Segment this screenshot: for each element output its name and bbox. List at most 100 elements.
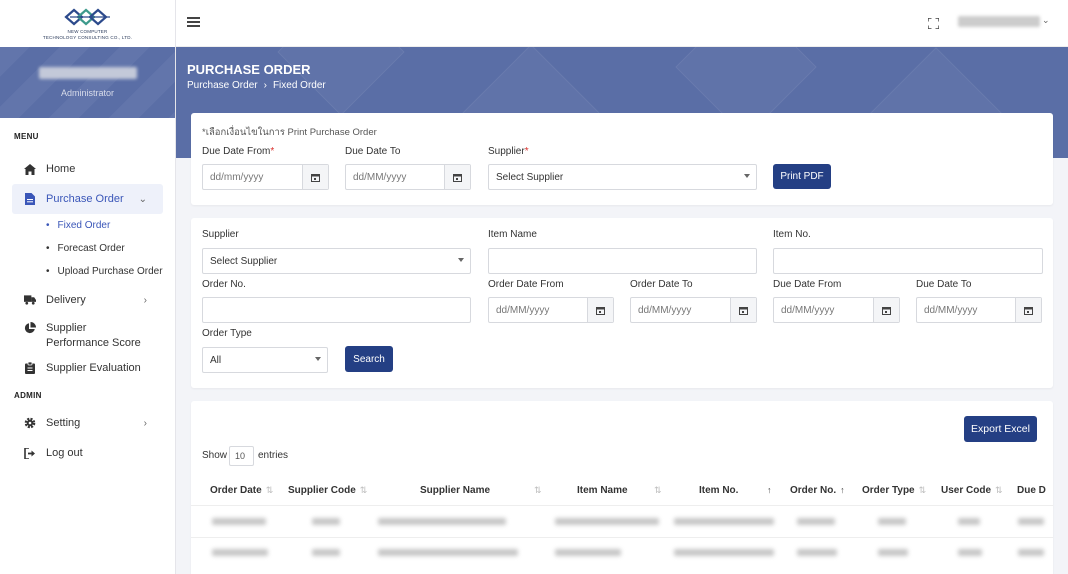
supplier-label: Supplier bbox=[202, 229, 239, 240]
calendar-icon[interactable] bbox=[587, 298, 613, 322]
calendar-icon[interactable] bbox=[1015, 298, 1041, 322]
sidebar-item-purchase-order[interactable]: Purchase Order ⌄ bbox=[12, 184, 163, 214]
company-logo[interactable]: NEW COMPUTER TECHNOLOGY CONSULTING CO., … bbox=[0, 0, 175, 47]
sidebar-item-delivery[interactable]: Delivery › bbox=[12, 285, 163, 315]
sort-icon: ⇅ bbox=[918, 485, 927, 495]
search-button[interactable]: Search bbox=[345, 346, 393, 372]
order-no-input[interactable] bbox=[202, 297, 471, 323]
breadcrumb: Purchase Order › Fixed Order bbox=[187, 80, 326, 91]
page-title: PURCHASE ORDER bbox=[187, 62, 311, 77]
dropdown-arrow-icon bbox=[315, 357, 321, 361]
order-date-to-input[interactable]: dd/MM/yyyy bbox=[630, 297, 757, 323]
dropdown-arrow-icon bbox=[744, 174, 750, 178]
sidebar-item-label: Setting bbox=[46, 417, 81, 429]
sidebar-subitem-fixed-order[interactable]: • Fixed Order bbox=[0, 214, 175, 237]
truck-icon bbox=[24, 294, 36, 306]
item-no-input[interactable] bbox=[773, 248, 1043, 274]
calendar-icon[interactable] bbox=[730, 298, 756, 322]
col-item-no[interactable]: Item No. bbox=[699, 485, 738, 496]
menu-heading: MENU bbox=[14, 132, 39, 141]
col-order-no[interactable]: Order No. ↑ bbox=[790, 485, 845, 496]
table-header-divider bbox=[191, 505, 1053, 506]
entries-label: entries bbox=[258, 450, 289, 461]
item-no-label: Item No. bbox=[773, 229, 811, 240]
sidebar-item-supplier-evaluation[interactable]: Supplier Evaluation bbox=[12, 353, 163, 383]
calendar-icon[interactable] bbox=[444, 165, 470, 189]
calendar-icon[interactable] bbox=[302, 165, 328, 189]
supplier-label: Supplier* bbox=[488, 146, 529, 157]
sidebar-item-label: Purchase Order bbox=[46, 193, 124, 205]
sidebar: NEW COMPUTER TECHNOLOGY CONSULTING CO., … bbox=[0, 0, 176, 574]
logo-icon bbox=[63, 8, 110, 26]
hamburger-menu-icon[interactable] bbox=[187, 17, 200, 28]
fullscreen-icon[interactable] bbox=[928, 18, 939, 29]
sidebar-subitem-forecast-order[interactable]: • Forecast Order bbox=[0, 237, 175, 260]
col-order-type[interactable]: Order Type ⇅ bbox=[862, 485, 926, 496]
document-icon bbox=[24, 193, 36, 205]
sidebar-item-logout[interactable]: Log out bbox=[12, 438, 163, 468]
item-name-input[interactable] bbox=[488, 248, 757, 274]
order-type-select[interactable]: All bbox=[202, 347, 328, 373]
sidebar-item-label: Delivery bbox=[46, 294, 86, 306]
due-date-from-input[interactable]: dd/MM/yyyy bbox=[773, 297, 900, 323]
export-excel-button[interactable]: Export Excel bbox=[964, 416, 1037, 442]
sidebar-item-label: Supplier Performance Score bbox=[46, 322, 141, 349]
due-date-from-label: Due Date From* bbox=[202, 146, 275, 157]
supplier-select[interactable]: Select Supplier bbox=[488, 164, 757, 190]
due-date-to-label: Due Date To bbox=[345, 146, 401, 157]
col-order-date[interactable]: Order Date ⇅ bbox=[210, 485, 273, 496]
sort-icon[interactable]: ⇅ bbox=[530, 485, 542, 496]
entries-select[interactable]: 10 bbox=[229, 446, 254, 466]
sidebar-item-supplier-performance[interactable]: Supplier Performance Score bbox=[12, 315, 163, 353]
chevron-right-icon: › bbox=[143, 294, 147, 306]
chevron-down-icon[interactable]: ⌄ bbox=[1042, 15, 1050, 26]
sidebar-item-setting[interactable]: Setting › bbox=[12, 408, 163, 438]
show-label: Show bbox=[202, 450, 228, 461]
chevron-down-icon: ⌄ bbox=[138, 193, 147, 205]
due-date-to-input[interactable]: dd/MM/yyyy bbox=[916, 297, 1042, 323]
profile-panel: Administrator bbox=[0, 47, 175, 118]
col-item-name[interactable]: Item Name bbox=[577, 485, 628, 496]
due-date-to-input[interactable]: dd/MM/yyyy bbox=[345, 164, 471, 190]
due-date-from-input[interactable]: dd/mm/yyyy bbox=[202, 164, 329, 190]
sidebar-item-label: Supplier Evaluation bbox=[46, 362, 141, 374]
sort-icon: ⇅ bbox=[265, 485, 274, 495]
order-no-label: Order No. bbox=[202, 279, 246, 290]
supplier-select[interactable]: Select Supplier bbox=[202, 248, 471, 274]
sort-icon: ⇅ bbox=[359, 485, 368, 495]
calendar-icon[interactable] bbox=[873, 298, 899, 322]
sidebar-item-home[interactable]: Home bbox=[12, 154, 163, 184]
dropdown-arrow-icon bbox=[458, 258, 464, 262]
logout-icon bbox=[24, 447, 36, 459]
sort-asc-icon[interactable]: ↑ bbox=[763, 485, 772, 496]
top-bar: ⌄ bbox=[176, 0, 1068, 47]
order-date-from-input[interactable]: dd/MM/yyyy bbox=[488, 297, 614, 323]
table-row-divider bbox=[191, 537, 1053, 538]
order-type-label: Order Type bbox=[202, 328, 252, 339]
print-note: *เลือกเงื่อนไขในการ Print Purchase Order bbox=[202, 127, 377, 138]
sidebar-subitem-upload-po[interactable]: • Upload Purchase Order bbox=[0, 260, 175, 283]
order-date-to-label: Order Date To bbox=[630, 279, 693, 290]
print-pdf-button[interactable]: Print PDF bbox=[773, 164, 831, 189]
logo-text: NEW COMPUTER TECHNOLOGY CONSULTING CO., … bbox=[42, 29, 133, 40]
user-role: Administrator bbox=[60, 88, 114, 98]
sort-icon: ↑ bbox=[840, 485, 845, 495]
col-supplier-name[interactable]: Supplier Name bbox=[420, 485, 490, 496]
gear-icon bbox=[24, 417, 36, 429]
sort-icon[interactable]: ⇅ bbox=[650, 485, 662, 496]
home-icon bbox=[24, 163, 36, 175]
pie-chart-icon bbox=[24, 322, 36, 334]
breadcrumb-current: Fixed Order bbox=[272, 80, 326, 91]
breadcrumb-link[interactable]: Purchase Order bbox=[187, 80, 258, 91]
col-supplier-code[interactable]: Supplier Code ⇅ bbox=[288, 485, 367, 496]
col-user-code[interactable]: User Code ⇅ bbox=[941, 485, 1003, 496]
sidebar-item-label: Home bbox=[46, 163, 76, 175]
due-date-from-label: Due Date From bbox=[773, 279, 842, 290]
user-name-redacted bbox=[38, 67, 137, 79]
user-menu-redacted[interactable] bbox=[958, 16, 1040, 27]
order-date-from-label: Order Date From bbox=[488, 279, 564, 290]
due-date-to-label: Due Date To bbox=[916, 279, 972, 290]
clipboard-icon bbox=[24, 362, 36, 374]
col-due-date[interactable]: Due D bbox=[1017, 485, 1046, 496]
sidebar-item-label: Log out bbox=[46, 447, 83, 459]
